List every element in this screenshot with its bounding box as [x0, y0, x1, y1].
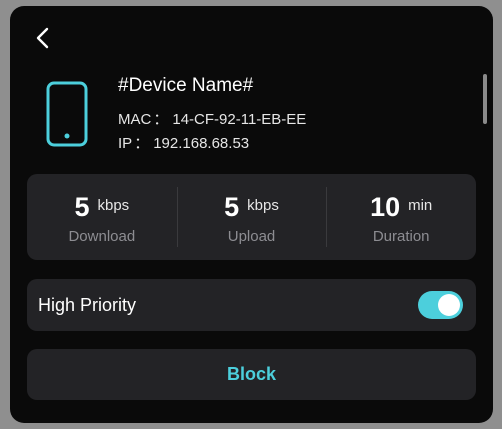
ip-label: IP [118, 135, 133, 152]
traffic-stats-card: 5 kbps Download 5 kbps Upload 10 min Durati… [27, 174, 476, 260]
ip-separator: ： [134, 135, 150, 152]
mac-separator: ： [153, 111, 169, 128]
device-name: #Device Name# [118, 75, 254, 96]
download-value: 5 [74, 192, 90, 222]
stat-upload: 5 kbps Upload [176, 174, 327, 260]
mac-address: MAC： 14-CF-92-11-EB-EE [118, 108, 306, 129]
stat-duration: 10 min Duration [326, 174, 476, 260]
device-detail-panel: #Device Name# MAC： 14-CF-92-11-EB-EE IP： 1… [10, 6, 493, 423]
back-button[interactable] [32, 26, 54, 50]
duration-label: Duration [372, 228, 430, 245]
scrollbar[interactable] [483, 74, 487, 124]
block-button[interactable]: Block [27, 349, 476, 400]
toggle-knob [438, 294, 460, 316]
duration-value: 10 [370, 192, 401, 222]
chevron-left-icon [36, 27, 49, 49]
phone-icon [46, 81, 88, 147]
stat-download: 5 kbps Download [27, 174, 177, 260]
high-priority-label: High Priority [38, 295, 137, 315]
upload-unit: kbps [247, 197, 279, 214]
mac-label: MAC [118, 111, 152, 128]
ip-address: IP： 192.168.68.53 [118, 132, 249, 153]
download-unit: kbps [97, 197, 130, 214]
upload-label: Upload [227, 228, 276, 245]
upload-value: 5 [224, 192, 240, 222]
mac-value: 14-CF-92-11-EB-EE [172, 111, 307, 128]
duration-unit: min [408, 197, 433, 214]
download-label: Download [68, 228, 136, 245]
ip-value: 192.168.68.53 [153, 135, 250, 152]
high-priority-row: High Priority [27, 279, 476, 331]
high-priority-toggle[interactable] [418, 291, 463, 319]
